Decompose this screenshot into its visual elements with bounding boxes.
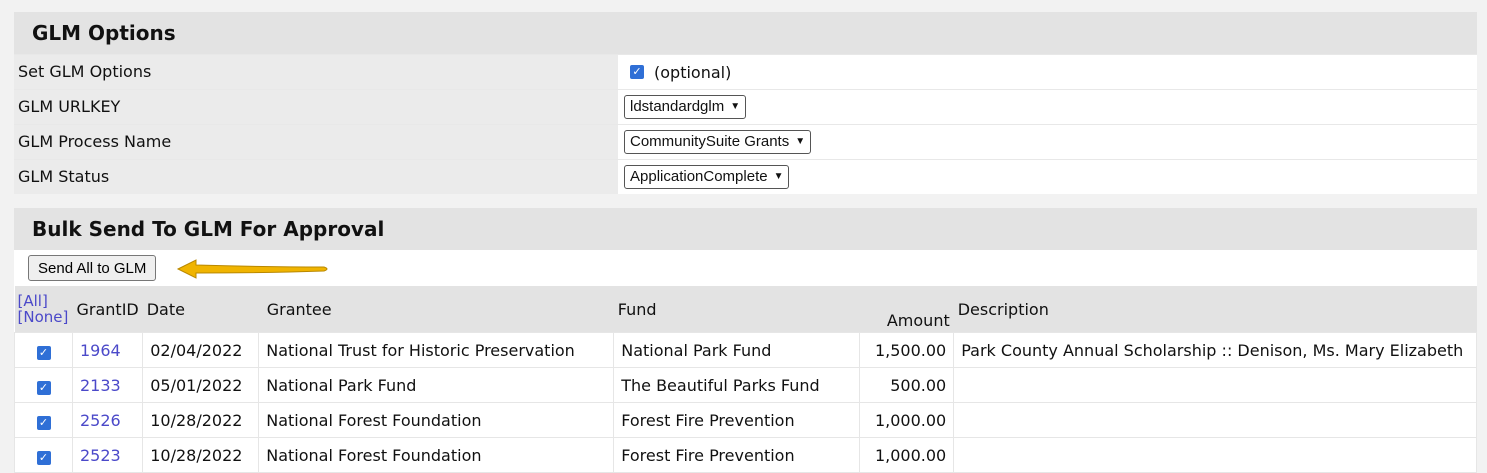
- glm-status-row: GLM Status ApplicationComplete ▼: [14, 159, 1477, 194]
- grantee-name: National Forest Foundation: [258, 437, 615, 473]
- row-checkbox[interactable]: ✓: [36, 345, 51, 360]
- bulk-send-panel: Bulk Send To GLM For Approval Send All t…: [14, 208, 1477, 473]
- glm-options-panel: GLM Options Set GLM Options ✓ (optional)…: [14, 12, 1477, 194]
- send-all-to-glm-button[interactable]: Send All to GLM: [28, 255, 157, 281]
- table-row: ✓ 2523 10/28/2022 National Forest Founda…: [14, 437, 1477, 473]
- glm-urlkey-value: ldstandardglm ▼: [618, 90, 1477, 124]
- optional-note: (optional): [654, 62, 732, 82]
- grants-table: [All] [None] GrantID Date Grantee Fund A…: [14, 286, 1477, 473]
- fund-name: National Park Fund: [613, 332, 861, 368]
- arrow-left-icon: [176, 259, 328, 279]
- col-grantid: GrantID: [72, 286, 143, 333]
- row-select-cell: ✓: [14, 367, 73, 403]
- glm-status-select[interactable]: ApplicationComplete ▼: [624, 165, 790, 189]
- glm-status-label: GLM Status: [14, 160, 618, 194]
- row-select-cell: ✓: [14, 402, 73, 438]
- select-all-link[interactable]: [All]: [18, 293, 70, 309]
- set-glm-options-row: Set GLM Options ✓ (optional): [14, 54, 1477, 89]
- glm-status-value: ApplicationComplete ▼: [618, 160, 1477, 194]
- grantee-name: National Forest Foundation: [258, 402, 615, 438]
- glm-status-selected: ApplicationComplete: [630, 168, 768, 185]
- chevron-down-icon: ▼: [730, 101, 741, 112]
- grant-date: 10/28/2022: [142, 402, 260, 438]
- col-grantee: Grantee: [258, 286, 614, 333]
- fund-name: The Beautiful Parks Fund: [613, 367, 861, 403]
- row-checkbox[interactable]: ✓: [36, 450, 51, 465]
- row-select-cell: ✓: [14, 437, 73, 473]
- chevron-down-icon: ▼: [773, 171, 784, 182]
- table-row: ✓ 2526 10/28/2022 National Forest Founda…: [14, 402, 1477, 438]
- set-glm-options-label: Set GLM Options: [14, 55, 618, 89]
- grant-id-link[interactable]: 2523: [71, 437, 144, 473]
- row-checkbox[interactable]: ✓: [36, 380, 51, 395]
- grant-description: [953, 437, 1477, 473]
- grantee-name: National Trust for Historic Preservation: [258, 332, 615, 368]
- grant-id-link[interactable]: 1964: [71, 332, 144, 368]
- col-fund: Fund: [613, 286, 860, 333]
- row-checkbox[interactable]: ✓: [36, 415, 51, 430]
- grant-amount: 1,000.00: [859, 402, 955, 438]
- grant-amount: 1,000.00: [859, 437, 955, 473]
- glm-options-title: GLM Options: [14, 12, 1477, 54]
- grant-date: 05/01/2022: [142, 367, 260, 403]
- grant-id-link[interactable]: 2526: [71, 402, 144, 438]
- select-header: [All] [None]: [14, 286, 73, 333]
- row-select-cell: ✓: [14, 332, 73, 368]
- glm-urlkey-row: GLM URLKEY ldstandardglm ▼: [14, 89, 1477, 124]
- table-row: ✓ 1964 02/04/2022 National Trust for His…: [14, 332, 1477, 368]
- fund-name: Forest Fire Prevention: [613, 437, 861, 473]
- glm-urlkey-label: GLM URLKEY: [14, 90, 618, 124]
- col-amount: Amount: [859, 286, 954, 333]
- glm-process-name-label: GLM Process Name: [14, 125, 618, 159]
- table-row: ✓ 2133 05/01/2022 National Park Fund The…: [14, 367, 1477, 403]
- glm-process-name-selected: CommunitySuite Grants: [630, 133, 790, 150]
- fund-name: Forest Fire Prevention: [613, 402, 861, 438]
- glm-process-name-select[interactable]: CommunitySuite Grants ▼: [624, 130, 812, 154]
- col-date: Date: [142, 286, 259, 333]
- glm-urlkey-select[interactable]: ldstandardglm ▼: [624, 95, 747, 119]
- grant-description: [953, 367, 1477, 403]
- set-glm-options-value: ✓ (optional): [618, 55, 1477, 89]
- grants-table-header: [All] [None] GrantID Date Grantee Fund A…: [14, 286, 1477, 333]
- bulk-toolbar: Send All to GLM: [14, 250, 1477, 286]
- grant-date: 10/28/2022: [142, 437, 260, 473]
- select-none-link[interactable]: [None]: [18, 309, 70, 325]
- glm-process-name-row: GLM Process Name CommunitySuite Grants ▼: [14, 124, 1477, 159]
- chevron-down-icon: ▼: [795, 136, 806, 147]
- glm-process-name-value: CommunitySuite Grants ▼: [618, 125, 1477, 159]
- grant-id-link[interactable]: 2133: [71, 367, 144, 403]
- grant-description: Park County Annual Scholarship :: Deniso…: [953, 332, 1477, 368]
- grantee-name: National Park Fund: [258, 367, 615, 403]
- set-glm-options-checkbox[interactable]: ✓: [630, 65, 644, 79]
- grant-date: 02/04/2022: [142, 332, 260, 368]
- grant-amount: 1,500.00: [859, 332, 955, 368]
- glm-urlkey-selected: ldstandardglm: [630, 98, 725, 115]
- bulk-send-title: Bulk Send To GLM For Approval: [14, 208, 1477, 250]
- grant-description: [953, 402, 1477, 438]
- col-description: Description: [953, 286, 1477, 333]
- grant-amount: 500.00: [859, 367, 955, 403]
